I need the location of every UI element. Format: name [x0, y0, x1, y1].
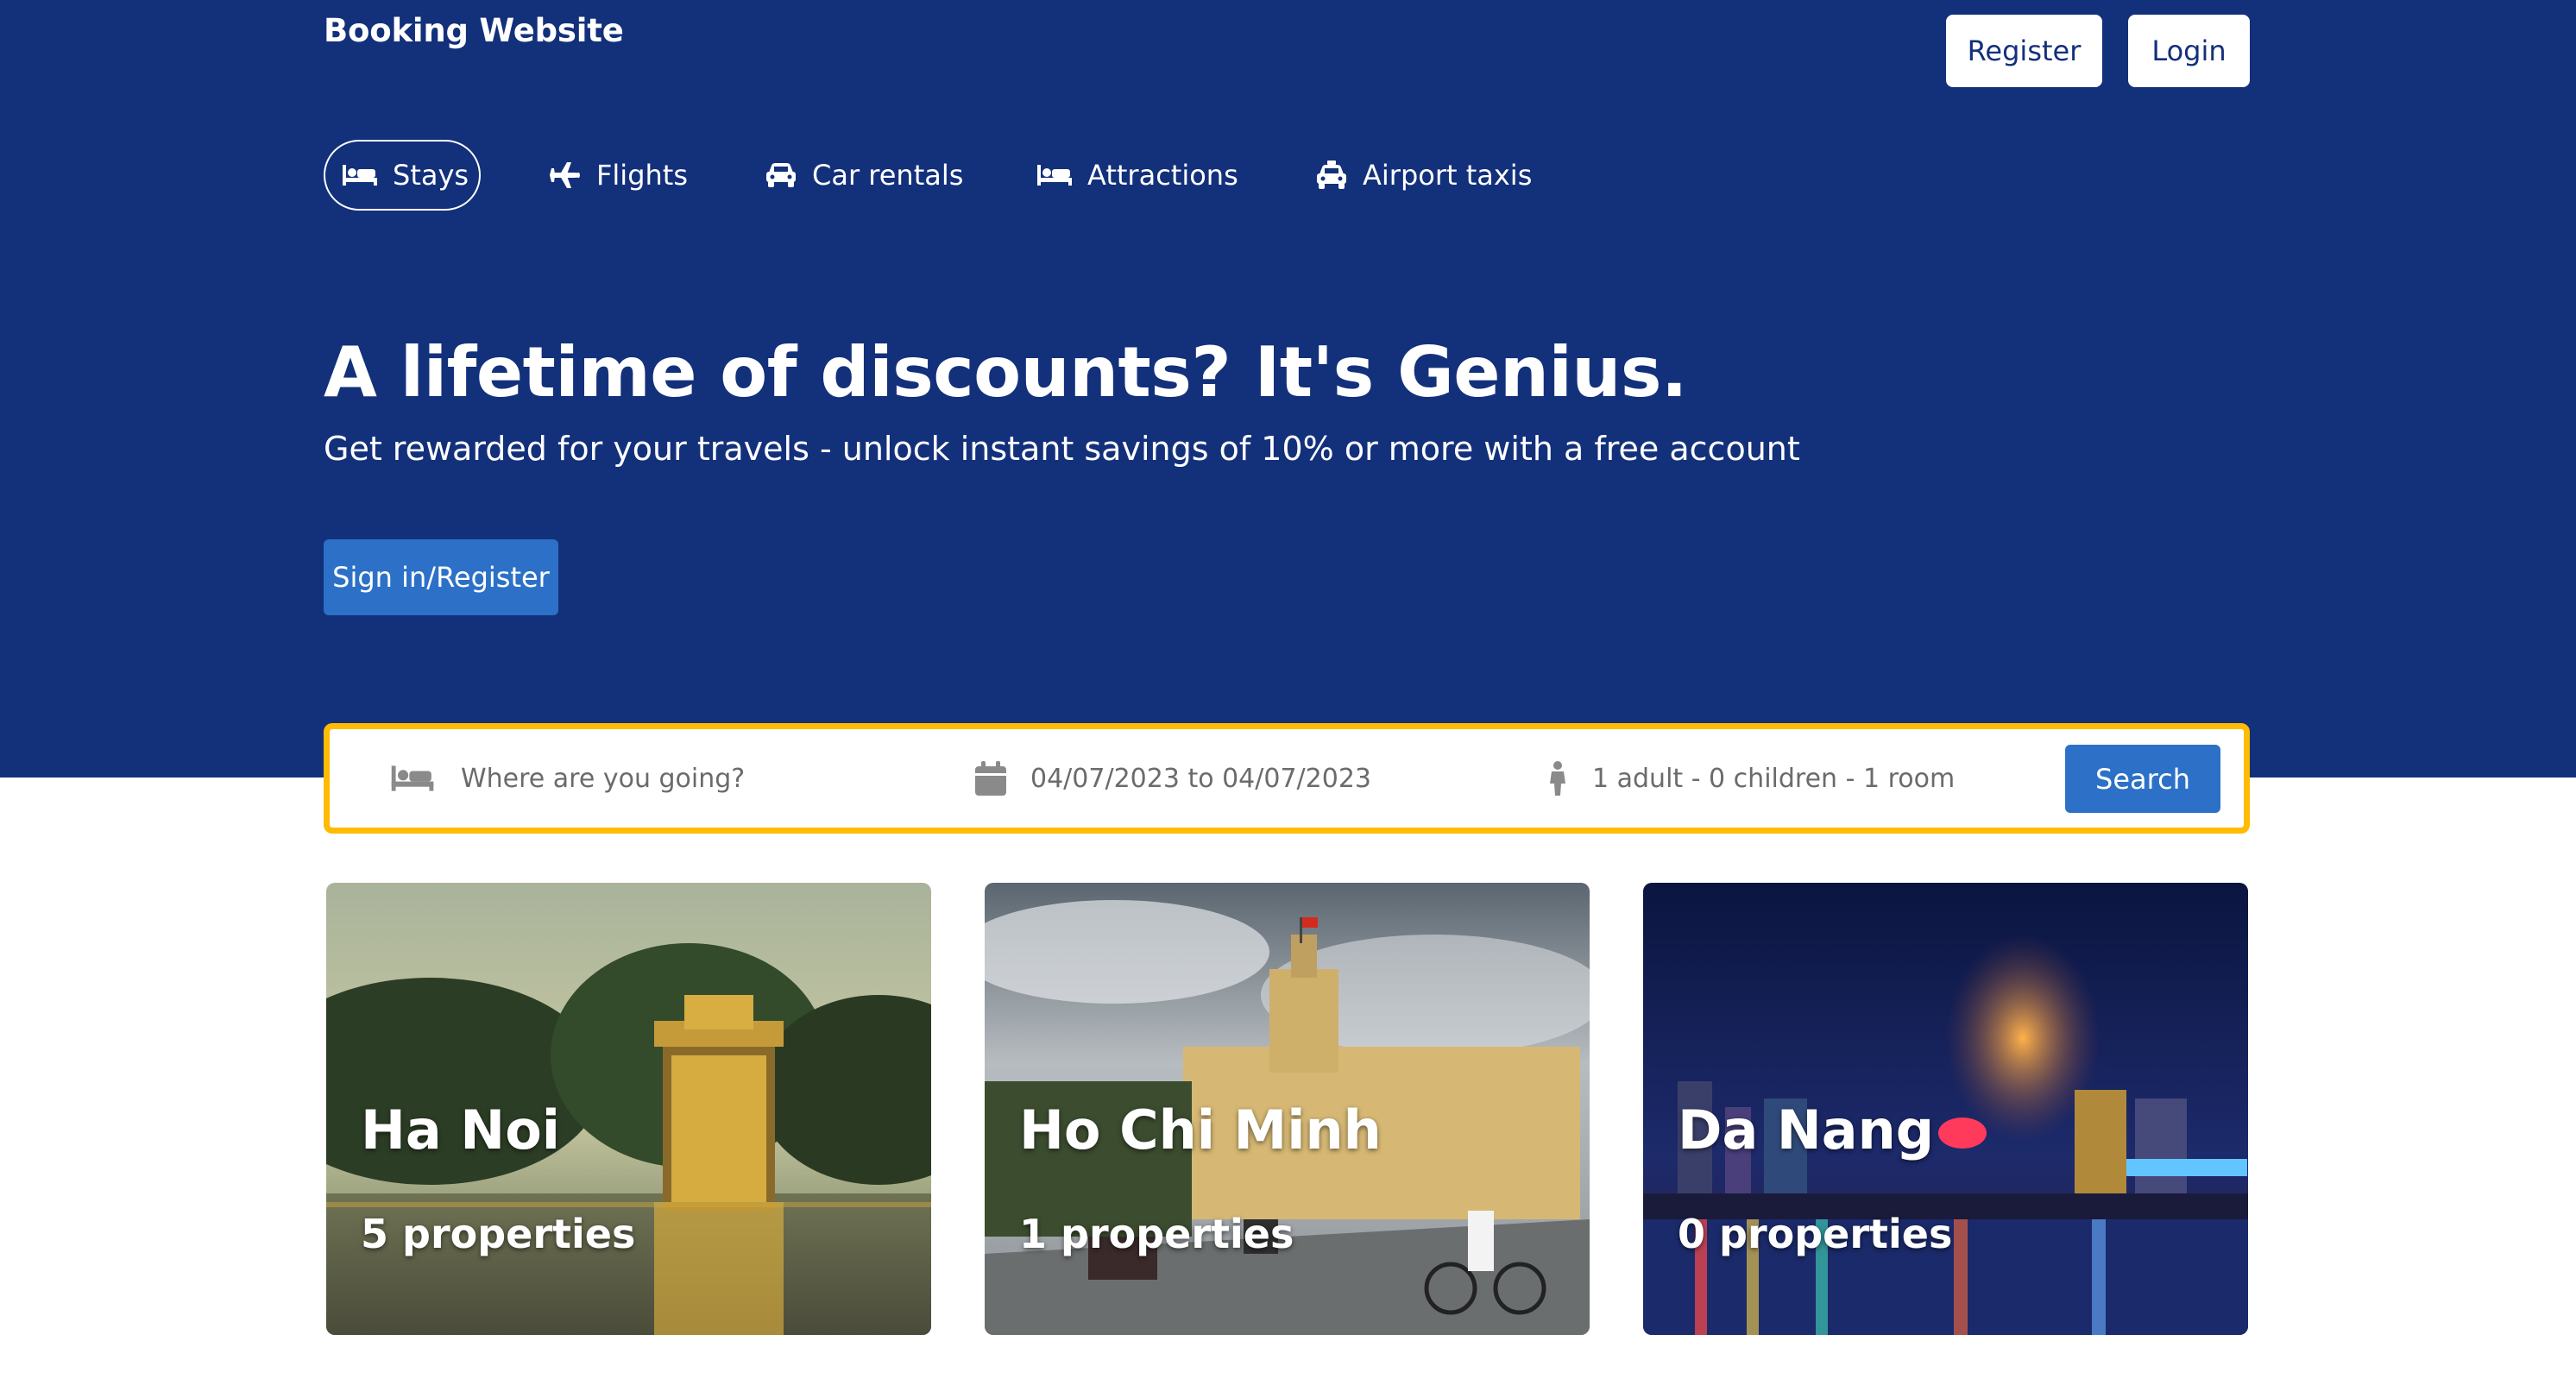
register-button[interactable]: Register: [1946, 15, 2102, 87]
city-property-count: 1 properties: [1019, 1211, 1294, 1257]
destination-field[interactable]: [390, 729, 899, 828]
plane-icon: [548, 161, 581, 190]
car-icon: [765, 162, 797, 188]
city-card-ho-chi-minh[interactable]: Ho Chi Minh 1 properties: [985, 883, 1590, 1335]
city-property-count: 5 properties: [361, 1211, 636, 1257]
brand-logo-text[interactable]: Booking Website: [324, 12, 624, 49]
person-icon: [1547, 761, 1592, 796]
nav-item-label: Stays: [393, 159, 469, 192]
nav-item-airport-taxis[interactable]: Airport taxis: [1316, 140, 1532, 211]
nav-item-attractions[interactable]: Attractions: [1037, 140, 1238, 211]
date-range-value: 04/07/2023 to 04/07/2023: [1030, 763, 1372, 794]
occupancy-field[interactable]: 1 adult - 0 children - 1 room: [1547, 729, 2013, 828]
nav-item-flights[interactable]: Flights: [548, 140, 688, 211]
city-card-da-nang[interactable]: Da Nang 0 properties: [1643, 883, 2248, 1335]
nav-item-label: Attractions: [1087, 159, 1238, 192]
nav-item-car-rentals[interactable]: Car rentals: [765, 140, 963, 211]
bed-icon: [390, 764, 459, 793]
calendar-icon: [975, 761, 1030, 796]
city-property-count: 0 properties: [1678, 1211, 1953, 1257]
city-name: Da Nang: [1678, 1099, 1935, 1162]
hero-headline: A lifetime of discounts? It's Genius.: [324, 332, 1687, 412]
hero-subheadline: Get rewarded for your travels - unlock i…: [324, 430, 1800, 468]
sign-in-register-button[interactable]: Sign in/Register: [324, 539, 558, 615]
bed-icon: [343, 163, 377, 187]
occupancy-value: 1 adult - 0 children - 1 room: [1592, 763, 1956, 794]
destination-input[interactable]: [459, 762, 868, 795]
nav-item-label: Flights: [596, 159, 688, 192]
taxi-icon: [1316, 161, 1347, 190]
city-name: Ha Noi: [361, 1099, 561, 1162]
nav-item-label: Airport taxis: [1363, 159, 1533, 192]
nav-item-label: Car rentals: [812, 159, 964, 192]
bed-icon: [1037, 163, 1072, 187]
search-button[interactable]: Search: [2065, 745, 2220, 813]
nav-item-stays[interactable]: Stays: [324, 140, 481, 211]
date-range-field[interactable]: 04/07/2023 to 04/07/2023: [975, 729, 1493, 828]
city-name: Ho Chi Minh: [1019, 1099, 1382, 1162]
city-card-ha-noi[interactable]: Ha Noi 5 properties: [326, 883, 931, 1335]
login-button[interactable]: Login: [2128, 15, 2250, 87]
search-bar: 04/07/2023 to 04/07/2023 1 adult - 0 chi…: [324, 723, 2250, 834]
